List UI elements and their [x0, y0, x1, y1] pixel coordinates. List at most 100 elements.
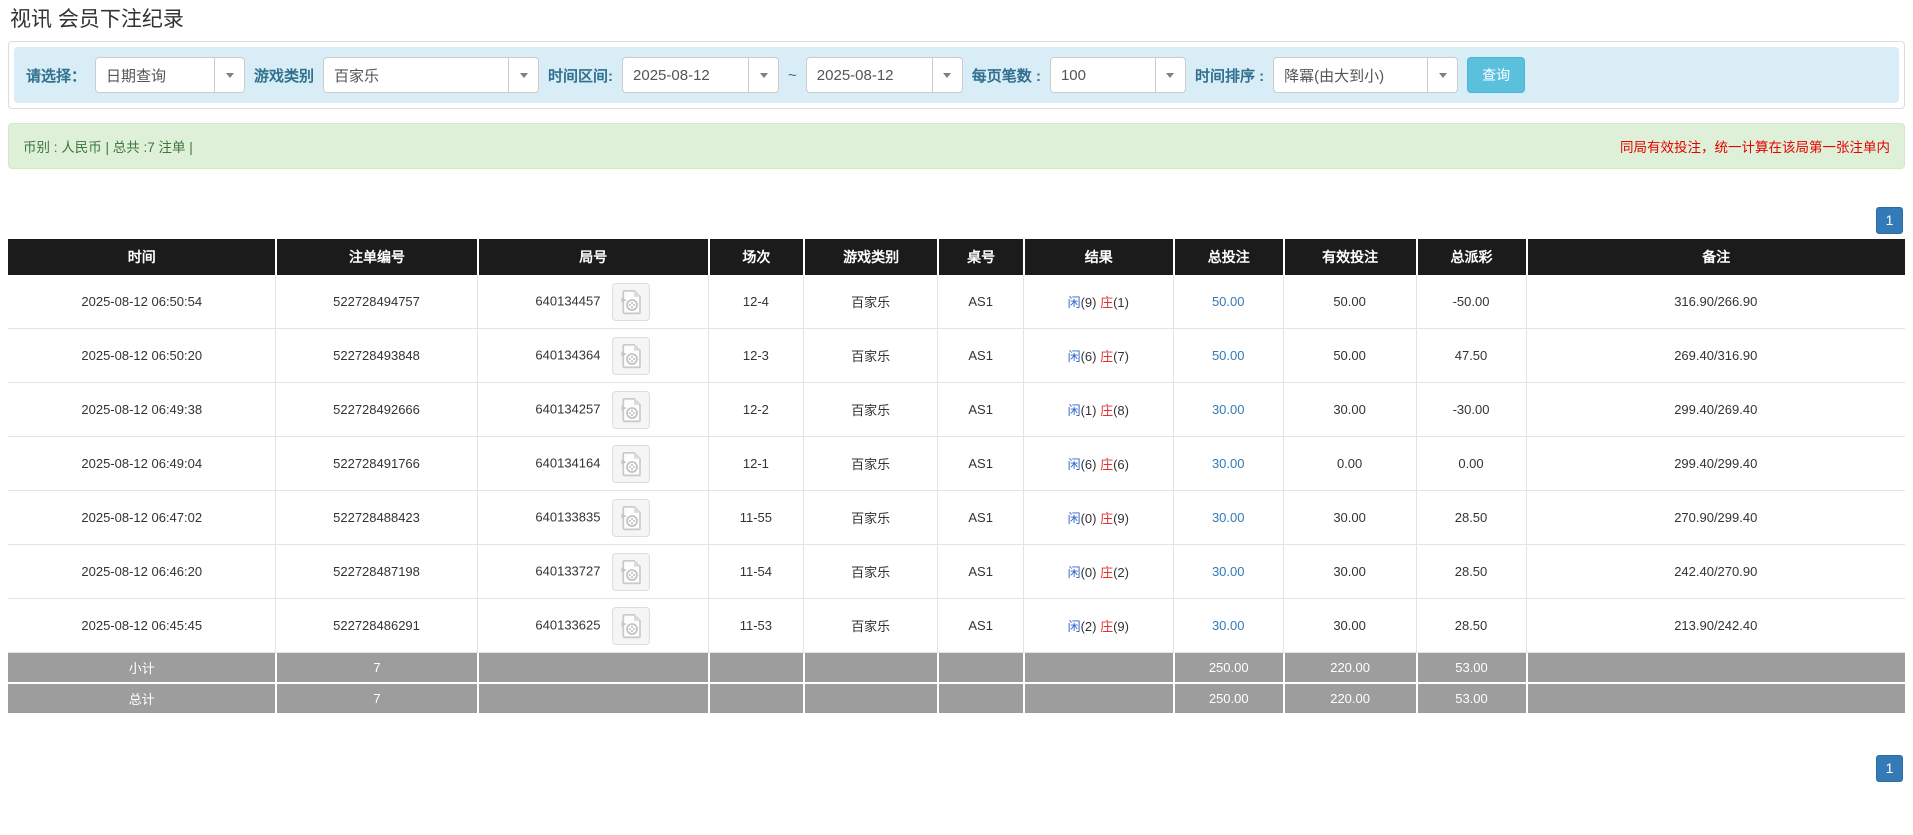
cell-session: 12-3: [708, 329, 803, 383]
page-size-value: 100: [1051, 67, 1155, 84]
filter-panel: 请选择： 日期查询 游戏类别 百家乐 时间区间: 2025-08-12 ~ 20…: [8, 41, 1905, 109]
cell-table_no: AS1: [937, 545, 1022, 599]
total-bet-link[interactable]: 50.00: [1212, 294, 1245, 309]
cell-time: 2025-08-12 06:50:20: [8, 329, 275, 383]
round-id-value: 640134257: [535, 401, 600, 416]
chevron-down-icon: [508, 58, 538, 92]
result-player-label: 闲: [1068, 403, 1081, 418]
table-row: 2025-08-12 06:50:54522728494757640134457…: [8, 275, 1905, 329]
video-replay-button[interactable]: [612, 445, 650, 483]
total-bet-link[interactable]: 50.00: [1212, 348, 1245, 363]
page-title: 视讯 会员下注纪录: [0, 0, 1913, 41]
time-sort-select[interactable]: 降冪(由大到小): [1273, 57, 1458, 93]
column-header-total_bet: 总投注: [1173, 239, 1283, 275]
grand-total-row-cell-total_bet: 250.00: [1173, 684, 1283, 715]
page-1-button[interactable]: 1: [1876, 755, 1903, 782]
cell-order_id: 522728488423: [275, 491, 476, 545]
cell-order_id: 522728486291: [275, 599, 476, 653]
total-bet-link[interactable]: 30.00: [1212, 510, 1245, 525]
cell-game: 百家乐: [803, 329, 938, 383]
total-bet-link[interactable]: 30.00: [1212, 618, 1245, 633]
cell-payout: 28.50: [1416, 599, 1526, 653]
cell-result: 闲(0) 庄(9): [1023, 491, 1173, 545]
total-bet-link[interactable]: 30.00: [1212, 456, 1245, 471]
grand-total-row-cell-time: 总计: [8, 684, 275, 715]
grand-total-row-cell-remark: [1526, 684, 1905, 715]
date-to-select[interactable]: 2025-08-12: [806, 57, 963, 93]
result-banker-label: 庄: [1100, 457, 1113, 472]
cell-remark: 269.40/316.90: [1526, 329, 1905, 383]
video-replay-button[interactable]: [612, 607, 650, 645]
cell-order_id: 522728494757: [275, 275, 476, 329]
search-button[interactable]: 查询: [1467, 57, 1525, 93]
table-row: 2025-08-12 06:49:04522728491766640134164…: [8, 437, 1905, 491]
valid-bet-notice: 同局有效投注，统一计算在该局第一张注单内: [1620, 136, 1890, 156]
cell-total_bet: 30.00: [1173, 437, 1283, 491]
cell-remark: 213.90/242.40: [1526, 599, 1905, 653]
round-id-value: 640133625: [535, 617, 600, 632]
cell-table_no: AS1: [937, 491, 1022, 545]
result-banker-label: 庄: [1100, 511, 1113, 526]
grand-total-row-cell-table_no: [937, 684, 1022, 715]
total-bet-link[interactable]: 30.00: [1212, 402, 1245, 417]
video-replay-button[interactable]: [612, 553, 650, 591]
cell-game: 百家乐: [803, 491, 938, 545]
page-1-button[interactable]: 1: [1876, 207, 1903, 234]
column-header-game: 游戏类别: [803, 239, 938, 275]
cell-time: 2025-08-12 06:45:45: [8, 599, 275, 653]
cell-time: 2025-08-12 06:49:04: [8, 437, 275, 491]
cell-session: 12-2: [708, 383, 803, 437]
film-file-icon: [621, 451, 642, 477]
film-file-icon: [621, 613, 642, 639]
cell-result: 闲(6) 庄(7): [1023, 329, 1173, 383]
grand-total-row-cell-payout: 53.00: [1416, 684, 1526, 715]
cell-round_id: 640133625: [477, 599, 708, 653]
video-replay-button[interactable]: [612, 283, 650, 321]
table-row: 2025-08-12 06:45:45522728486291 640133625…: [8, 599, 1905, 653]
pagination-bottom: 1: [0, 755, 1913, 782]
video-replay-button[interactable]: [612, 499, 650, 537]
cell-remark: 316.90/266.90: [1526, 275, 1905, 329]
video-replay-button[interactable]: [612, 337, 650, 375]
table-row: 2025-08-12 06:49:38522728492666640134257…: [8, 383, 1905, 437]
subtotal-row-cell-time: 小计: [8, 653, 275, 684]
date-from-select[interactable]: 2025-08-12: [622, 57, 779, 93]
cell-round_id: 640134164: [477, 437, 708, 491]
round-id-value: 640134364: [535, 347, 600, 362]
cell-valid_bet: 30.00: [1283, 599, 1416, 653]
cell-remark: 270.90/299.40: [1526, 491, 1905, 545]
column-header-result: 结果: [1023, 239, 1173, 275]
total-bet-link[interactable]: 30.00: [1212, 564, 1245, 579]
subtotal-row-cell-payout: 53.00: [1416, 653, 1526, 684]
time-range-label: 时间区间:: [548, 65, 613, 86]
grand-total-row-cell-valid_bet: 220.00: [1283, 684, 1416, 715]
cell-time: 2025-08-12 06:47:02: [8, 491, 275, 545]
table-header-row: 时间注单编号局号场次游戏类别桌号结果总投注有效投注总派彩备注: [8, 239, 1905, 275]
round-id-value: 640133727: [535, 563, 600, 578]
game-type-select[interactable]: 百家乐: [323, 57, 539, 93]
table-row: 2025-08-12 06:50:20522728493848640134364…: [8, 329, 1905, 383]
column-header-valid_bet: 有效投注: [1283, 239, 1416, 275]
page-size-select[interactable]: 100: [1050, 57, 1186, 93]
round-id-value: 640133835: [535, 509, 600, 524]
cell-game: 百家乐: [803, 383, 938, 437]
cell-game: 百家乐: [803, 545, 938, 599]
cell-session: 11-54: [708, 545, 803, 599]
cell-total_bet: 50.00: [1173, 275, 1283, 329]
cell-session: 12-4: [708, 275, 803, 329]
game-type-value: 百家乐: [324, 65, 508, 86]
cell-payout: 47.50: [1416, 329, 1526, 383]
query-type-select[interactable]: 日期查询: [95, 57, 245, 93]
cell-total_bet: 50.00: [1173, 329, 1283, 383]
cell-table_no: AS1: [937, 599, 1022, 653]
table-header: 时间注单编号局号场次游戏类别桌号结果总投注有效投注总派彩备注: [8, 239, 1905, 275]
cell-total_bet: 30.00: [1173, 491, 1283, 545]
date-from-value: 2025-08-12: [623, 67, 748, 84]
cell-valid_bet: 30.00: [1283, 491, 1416, 545]
game-type-label: 游戏类别: [254, 65, 314, 86]
cell-table_no: AS1: [937, 383, 1022, 437]
column-header-round_id: 局号: [477, 239, 708, 275]
video-replay-button[interactable]: [612, 391, 650, 429]
subtotal-row-cell-table_no: [937, 653, 1022, 684]
grand-total-row: 总计7250.00220.0053.00: [8, 684, 1905, 715]
